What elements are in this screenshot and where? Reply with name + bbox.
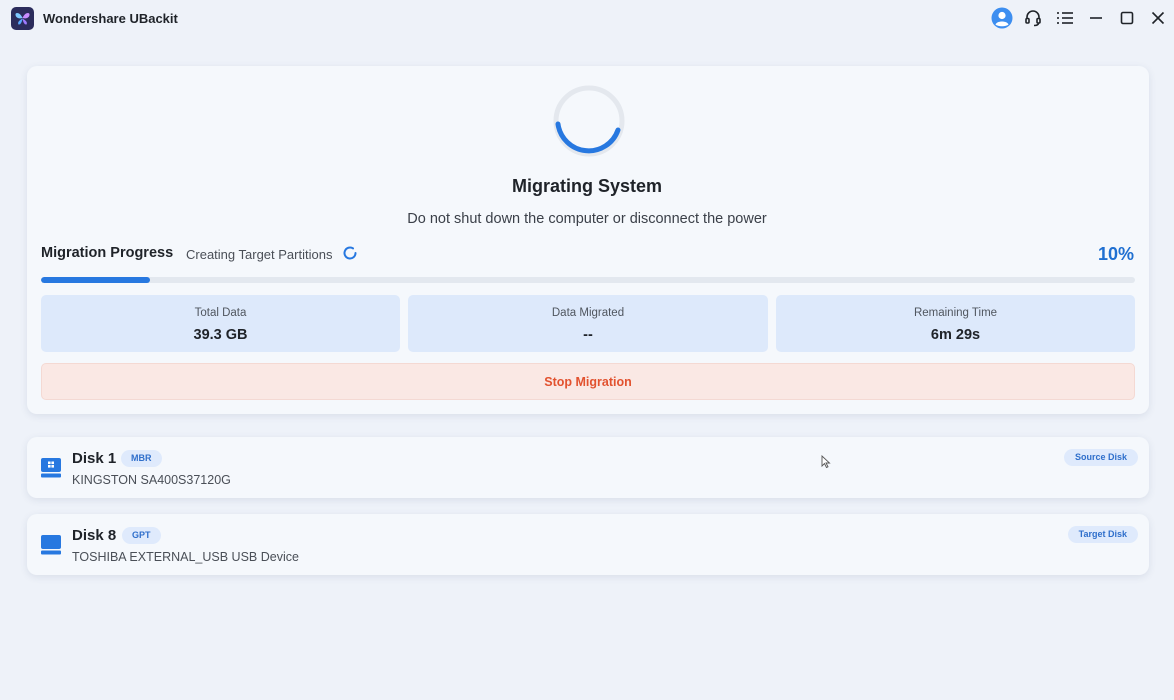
disk-model: TOSHIBA EXTERNAL_USB USB Device	[72, 550, 299, 564]
stat-value: 39.3 GB	[193, 327, 248, 343]
stat-label: Remaining Time	[913, 307, 998, 319]
support-headset-icon[interactable]	[1021, 6, 1045, 30]
target-disk-card[interactable]: Disk 8 GPT TOSHIBA EXTERNAL_USB USB Devi…	[27, 514, 1149, 575]
account-icon[interactable]	[990, 6, 1014, 30]
disk-role-badge: Target Disk	[1067, 526, 1138, 543]
disk-name: Disk 8	[72, 527, 117, 544]
minimize-icon[interactable]	[1084, 6, 1108, 30]
stop-migration-button[interactable]: Stop Migration	[41, 363, 1135, 400]
stat-value: --	[583, 327, 593, 343]
partition-style-badge: MBR	[121, 450, 162, 467]
stat-label: Data Migrated	[551, 307, 625, 319]
title-bar: Wondershare UBackit	[0, 0, 1174, 36]
external-disk-icon	[41, 535, 61, 555]
refresh-spinner-icon	[342, 245, 358, 261]
migration-warning: Do not shut down the computer or disconn…	[407, 211, 767, 227]
progress-bar-fill	[41, 277, 151, 283]
disk-name: Disk 1	[72, 450, 117, 467]
close-icon[interactable]	[1146, 6, 1170, 30]
partition-style-badge: GPT	[122, 527, 161, 544]
mouse-cursor-icon	[821, 454, 831, 469]
progress-status: Creating Target Partitions	[186, 247, 333, 262]
butterfly-logo-icon	[11, 7, 34, 30]
stat-total-data: Total Data 39.3 GB	[41, 295, 400, 352]
stat-value: 6m 29s	[930, 327, 981, 343]
stat-data-migrated: Data Migrated --	[408, 295, 768, 352]
windows-disk-icon	[41, 458, 61, 478]
disk-role-badge: Source Disk	[1063, 449, 1138, 466]
menu-icon[interactable]	[1053, 6, 1077, 30]
maximize-icon[interactable]	[1115, 6, 1139, 30]
app-title: Wondershare UBackit	[43, 11, 178, 26]
migration-title: Migrating System	[511, 176, 663, 196]
progress-bar	[41, 277, 1135, 283]
source-disk-card[interactable]: Disk 1 MBR KINGSTON SA400S37120G Source …	[27, 437, 1149, 498]
progress-percent: 10%	[1097, 244, 1134, 264]
stat-remaining-time: Remaining Time 6m 29s	[776, 295, 1135, 352]
loading-spinner-icon	[552, 84, 626, 158]
disk-model: KINGSTON SA400S37120G	[72, 473, 231, 487]
progress-label: Migration Progress	[41, 245, 174, 261]
stat-label: Total Data	[194, 307, 247, 319]
